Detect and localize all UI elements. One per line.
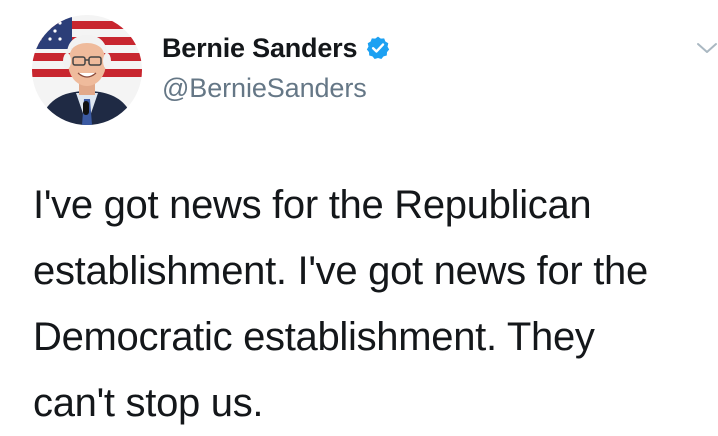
tweet-text-line: establishment. I've got news for the: [33, 249, 648, 293]
chevron-down-icon[interactable]: [696, 40, 718, 56]
author-name-row[interactable]: Bernie Sanders: [162, 31, 391, 65]
tweet-card: Bernie Sanders @BernieSanders I've got n…: [0, 0, 718, 433]
verified-badge-icon: [365, 35, 391, 61]
tweet-text-line: can't stop us.: [33, 381, 264, 425]
profile-avatar[interactable]: [32, 15, 142, 125]
tweet-text-line: I've got news for the Republican: [33, 183, 592, 227]
avatar-image: [32, 15, 142, 125]
user-handle[interactable]: @BernieSanders: [162, 73, 367, 104]
display-name[interactable]: Bernie Sanders: [162, 33, 357, 64]
tweet-text: I've got news for the Republican establi…: [33, 172, 715, 436]
tweet-text-line: Democratic establishment. They: [33, 315, 595, 359]
